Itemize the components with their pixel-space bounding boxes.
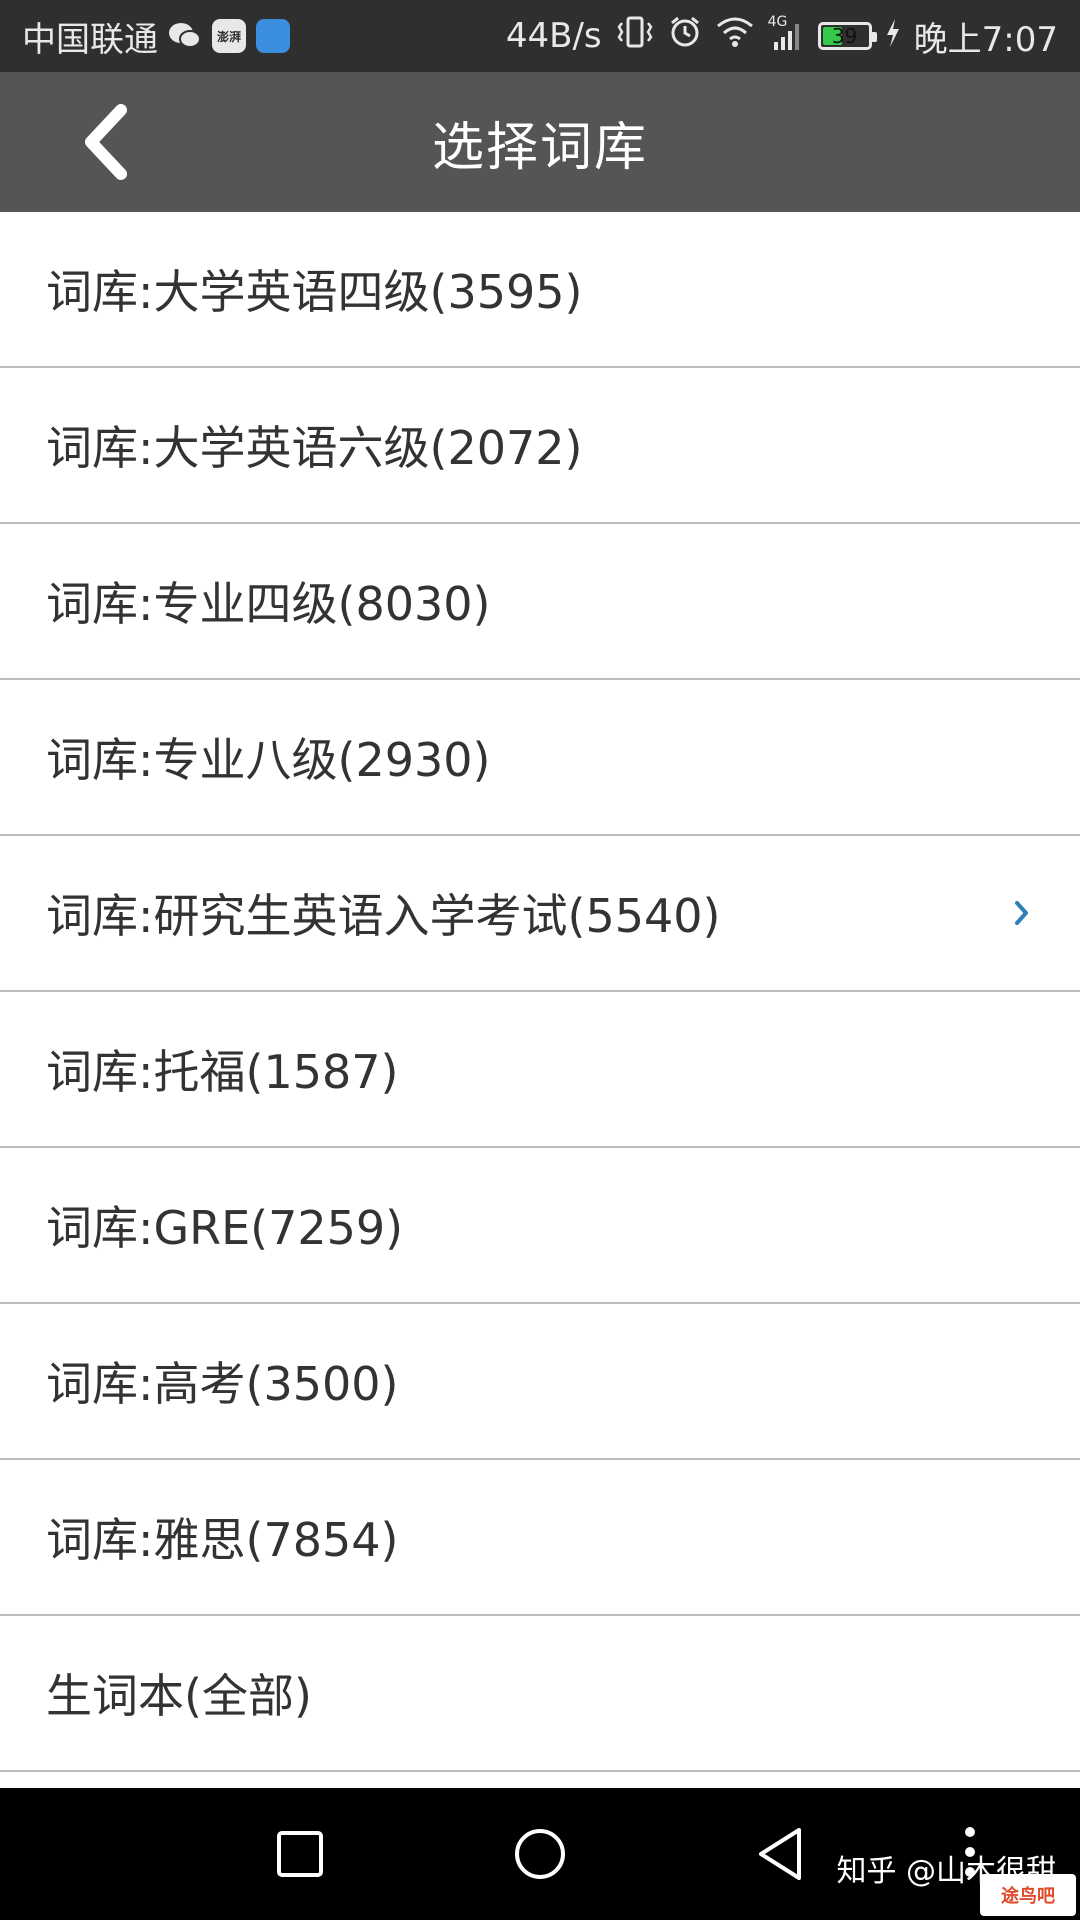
status-left: 中国联通 澎湃 [22, 12, 290, 61]
wechat-icon [168, 19, 202, 53]
list-item-label: 词库:雅思(7854) [46, 1513, 399, 1567]
wordbank-list: 词库:大学英语四级(3595) 词库:大学英语六级(2072) 词库:专业四级(… [0, 212, 1080, 1772]
list-item-ielts[interactable]: 词库:雅思(7854) [0, 1460, 1080, 1616]
battery-icon: 39 [817, 22, 877, 50]
list-item-tem4[interactable]: 词库:专业四级(8030) [0, 524, 1080, 680]
list-item-label: 词库:高考(3500) [46, 1357, 399, 1411]
list-item-tem8[interactable]: 词库:专业八级(2930) [0, 680, 1080, 836]
list-item-gre[interactable]: 词库:GRE(7259) [0, 1148, 1080, 1304]
status-right: 44B/s 4G 39 晚上7:07 [506, 12, 1058, 61]
charging-icon [886, 16, 900, 56]
list-item-gaokao[interactable]: 词库:高考(3500) [0, 1304, 1080, 1460]
circle-icon [515, 1829, 565, 1879]
blue-app-icon [256, 19, 290, 53]
tts-app-icon: 澎湃 [212, 19, 246, 53]
square-icon [277, 1831, 323, 1877]
list-item-label: 词库:大学英语四级(3595) [46, 265, 583, 319]
chevron-right-icon [1015, 901, 1028, 925]
alarm-icon [668, 15, 702, 58]
battery-level: 39 [831, 24, 858, 48]
list-item-label: 词库:专业四级(8030) [46, 577, 491, 631]
network-type-label: 4G [767, 14, 788, 30]
list-item-toefl[interactable]: 词库:托福(1587) [0, 992, 1080, 1148]
status-bar: 中国联通 澎湃 44B/s 4G 39 晚上7:07 [0, 0, 1080, 72]
list-item-cet4[interactable]: 词库:大学英语四级(3595) [0, 212, 1080, 368]
back-nav-button[interactable] [744, 1818, 816, 1890]
list-item-label: 词库:GRE(7259) [46, 1201, 404, 1255]
list-item-label: 词库:托福(1587) [46, 1045, 399, 1099]
watermark-badge: 途鸟吧 [980, 1874, 1076, 1916]
network-speed: 44B/s [505, 16, 602, 56]
wifi-icon [716, 16, 754, 57]
list-item-label: 生词本(全部) [46, 1669, 312, 1723]
list-item-label: 词库:专业八级(2930) [46, 733, 491, 787]
list-item-cet6[interactable]: 词库:大学英语六级(2072) [0, 368, 1080, 524]
list-item-vocab-book[interactable]: 生词本(全部) [0, 1616, 1080, 1772]
list-item-label: 词库:研究生英语入学考试(5540) [46, 889, 721, 943]
clock-time: 晚上7:07 [913, 19, 1058, 60]
signal-icon: 4G [768, 14, 804, 52]
recents-button[interactable] [264, 1818, 336, 1890]
list-item-postgraduate[interactable]: 词库:研究生英语入学考试(5540) [0, 836, 1080, 992]
carrier-label: 中国联通 [22, 19, 158, 60]
vibrate-icon [616, 15, 654, 58]
home-button[interactable] [504, 1818, 576, 1890]
back-button[interactable] [66, 102, 146, 182]
triangle-back-icon [759, 1828, 801, 1880]
chevron-left-icon [85, 104, 127, 180]
page-title: 选择词库 [431, 117, 648, 178]
title-bar: 选择词库 [0, 72, 1080, 212]
list-item-label: 词库:大学英语六级(2072) [46, 421, 583, 475]
